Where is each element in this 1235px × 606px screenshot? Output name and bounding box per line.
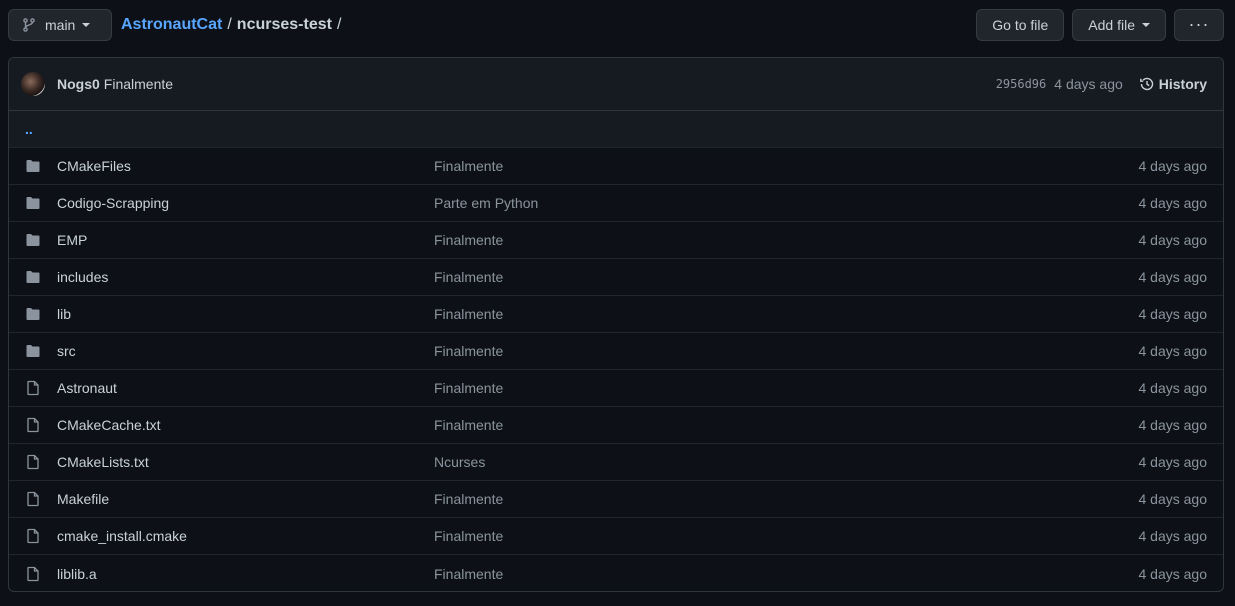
file-row[interactable]: cmake_install.cmake Finalmente 4 days ago bbox=[9, 518, 1223, 555]
file-commit-age: 4 days ago bbox=[1138, 380, 1208, 396]
folder-icon bbox=[25, 343, 41, 359]
file-name-link[interactable]: includes bbox=[57, 269, 434, 285]
file-icon bbox=[25, 380, 41, 396]
file-row[interactable]: Makefile Finalmente 4 days ago bbox=[9, 481, 1223, 518]
file-name-link[interactable]: CMakeLists.txt bbox=[57, 454, 434, 470]
file-commit-message-link[interactable]: Finalmente bbox=[434, 528, 503, 544]
go-to-file-button[interactable]: Go to file bbox=[976, 8, 1065, 41]
folder-icon bbox=[25, 158, 41, 174]
file-name-link[interactable]: lib bbox=[57, 306, 434, 322]
chevron-down-icon bbox=[82, 23, 91, 27]
history-icon bbox=[1139, 76, 1155, 92]
file-commit-age: 4 days ago bbox=[1138, 491, 1208, 507]
folder-icon bbox=[25, 195, 41, 211]
folder-icon bbox=[25, 269, 41, 285]
avatar[interactable] bbox=[21, 72, 45, 96]
chevron-down-icon bbox=[1142, 23, 1150, 27]
file-row[interactable]: CMakeCache.txt Finalmente 4 days ago bbox=[9, 407, 1223, 444]
file-commit-age: 4 days ago bbox=[1138, 343, 1208, 359]
file-name-link[interactable]: liblib.a bbox=[57, 566, 434, 582]
history-label: History bbox=[1158, 76, 1207, 92]
file-list: CMakeFiles Finalmente 4 days ago Codigo-Scr… bbox=[9, 148, 1223, 591]
file-commit-age: 4 days ago bbox=[1138, 306, 1208, 322]
add-file-label: Add file bbox=[1088, 16, 1135, 33]
git-branch-icon bbox=[21, 17, 37, 33]
file-name-link[interactable]: CMakeFiles bbox=[57, 158, 434, 174]
branch-name: main bbox=[45, 16, 76, 33]
file-commit-age: 4 days ago bbox=[1138, 528, 1208, 544]
file-commit-message-link[interactable]: Finalmente bbox=[434, 306, 503, 322]
file-row[interactable]: lib Finalmente 4 days ago bbox=[9, 296, 1223, 333]
commit-meta: 2956d96 4 days ago History bbox=[996, 76, 1207, 92]
file-list-box: Nogs0 Finalmente 2956d96 4 days ago Hist… bbox=[8, 57, 1224, 592]
branch-selector-button[interactable]: main bbox=[8, 8, 112, 41]
file-commit-message-link[interactable]: Finalmente bbox=[434, 491, 503, 507]
file-row[interactable]: EMP Finalmente 4 days ago bbox=[9, 222, 1223, 259]
file-commit-message-link[interactable]: Ncurses bbox=[434, 454, 485, 470]
file-commit-message-link[interactable]: Finalmente bbox=[434, 566, 503, 582]
file-commit-age: 4 days ago bbox=[1138, 565, 1208, 582]
file-row[interactable]: CMakeFiles Finalmente 4 days ago bbox=[9, 148, 1223, 185]
file-icon bbox=[25, 528, 41, 544]
file-commit-age: 4 days ago bbox=[1138, 158, 1208, 174]
file-commit-message-link[interactable]: Finalmente bbox=[434, 232, 503, 248]
commit-message-link[interactable]: Finalmente bbox=[104, 76, 173, 92]
folder-icon bbox=[25, 232, 41, 248]
file-icon bbox=[25, 566, 41, 582]
breadcrumb-separator: / bbox=[336, 15, 342, 33]
toolbar-actions: Go to file Add file ··· bbox=[976, 8, 1224, 41]
file-row[interactable]: includes Finalmente 4 days ago bbox=[9, 259, 1223, 296]
breadcrumb-repo-link[interactable]: ncurses-test bbox=[237, 16, 332, 34]
file-name-link[interactable]: Astronaut bbox=[57, 380, 434, 396]
file-commit-message-link[interactable]: Finalmente bbox=[434, 417, 503, 433]
file-commit-age: 4 days ago bbox=[1138, 232, 1208, 248]
file-name-link[interactable]: src bbox=[57, 343, 434, 359]
repo-file-browser: main AstronautCat / ncurses-test / Go to… bbox=[0, 0, 1235, 606]
breadcrumb-separator: / bbox=[227, 15, 232, 33]
parent-directory-link[interactable]: .. bbox=[9, 111, 1223, 148]
file-name-link[interactable]: Makefile bbox=[57, 491, 434, 507]
breadcrumb-owner-link[interactable]: AstronautCat bbox=[121, 16, 222, 34]
file-row[interactable]: liblib.a Finalmente 4 days ago bbox=[9, 555, 1223, 591]
file-commit-age: 4 days ago bbox=[1138, 269, 1208, 285]
folder-icon bbox=[25, 306, 41, 322]
file-commit-age: 4 days ago bbox=[1138, 417, 1208, 433]
file-commit-age: 4 days ago bbox=[1138, 454, 1208, 470]
file-commit-age: 4 days ago bbox=[1138, 195, 1208, 211]
repo-toolbar: main AstronautCat / ncurses-test / Go to… bbox=[8, 8, 1224, 41]
add-file-button[interactable]: Add file bbox=[1072, 8, 1166, 41]
commit-time: 4 days ago bbox=[1054, 76, 1123, 92]
latest-commit-bar: Nogs0 Finalmente 2956d96 4 days ago Hist… bbox=[9, 58, 1223, 111]
commit-author-link[interactable]: Nogs0 bbox=[57, 76, 100, 92]
file-row[interactable]: CMakeLists.txt Ncurses 4 days ago bbox=[9, 444, 1223, 481]
file-icon bbox=[25, 417, 41, 433]
history-link[interactable]: History bbox=[1139, 76, 1207, 92]
file-commit-message-link[interactable]: Finalmente bbox=[434, 343, 503, 359]
file-name-link[interactable]: EMP bbox=[57, 232, 434, 248]
file-icon bbox=[25, 491, 41, 507]
file-commit-message-link[interactable]: Finalmente bbox=[434, 380, 503, 396]
more-options-button[interactable]: ··· bbox=[1174, 8, 1224, 41]
file-row[interactable]: src Finalmente 4 days ago bbox=[9, 333, 1223, 370]
file-name-link[interactable]: cmake_install.cmake bbox=[57, 528, 434, 544]
breadcrumb: AstronautCat / ncurses-test / bbox=[121, 16, 346, 34]
file-row[interactable]: Codigo-Scrapping Parte em Python 4 days ag… bbox=[9, 185, 1223, 222]
file-row[interactable]: Astronaut Finalmente 4 days ago bbox=[9, 370, 1223, 407]
file-name-link[interactable]: Codigo-Scrapping bbox=[57, 195, 434, 211]
file-icon bbox=[25, 454, 41, 470]
commit-sha-link[interactable]: 2956d96 bbox=[996, 77, 1047, 91]
file-commit-message-link[interactable]: Finalmente bbox=[434, 269, 503, 285]
file-commit-message-link[interactable]: Finalmente bbox=[434, 158, 503, 174]
file-commit-message-link[interactable]: Parte em Python bbox=[434, 195, 538, 211]
file-name-link[interactable]: CMakeCache.txt bbox=[57, 417, 434, 433]
